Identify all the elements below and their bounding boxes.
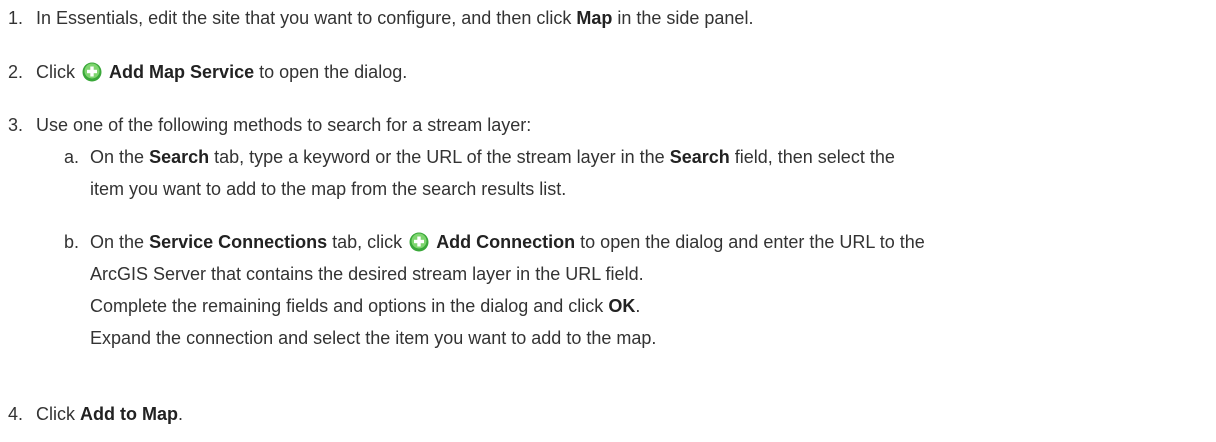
substep-letter: b. xyxy=(64,232,80,252)
substep-bold-service-connections: Service Connections xyxy=(149,232,328,252)
substep-text: field, then select the xyxy=(729,147,895,167)
step-number: 3. xyxy=(8,115,24,135)
step-text: to open the dialog. xyxy=(254,62,408,82)
step-text: Click xyxy=(36,62,81,82)
substep-letter: a. xyxy=(64,147,80,167)
add-plus-icon xyxy=(409,232,429,252)
step-bold-map: Map xyxy=(576,8,613,28)
step-text: . xyxy=(178,404,184,424)
step-text: In Essentials, edit the site that you wa… xyxy=(36,8,577,28)
step-bold-add-map-service: Add Map Service xyxy=(109,62,255,82)
substep-text: tab, type a keyword or the URL of the st… xyxy=(209,147,670,167)
step-2: 2. Click Add Map Service to open the dia… xyxy=(8,60,407,84)
step-1: 1. In Essentials, edit the site that you… xyxy=(8,6,753,30)
substep-text: Complete the remaining fields and option… xyxy=(90,296,609,316)
substep-text: On the xyxy=(90,147,150,167)
step-3: 3. Use one of the following methods to s… xyxy=(8,113,531,137)
substep-b-line-1: b. On the Service Connections tab, click… xyxy=(64,230,925,254)
substep-text: tab, click xyxy=(327,232,408,252)
step-number: 1. xyxy=(8,8,24,28)
substep-bold-search: Search xyxy=(149,147,210,167)
substep-a-line-2: item you want to add to the map from the… xyxy=(90,177,566,201)
substep-text: item you want to add to the map from the… xyxy=(90,179,567,199)
substep-bold-add-connection: Add Connection xyxy=(436,232,576,252)
substep-text: to open the dialog and enter the URL to … xyxy=(575,232,925,252)
substep-text: ArcGIS Server that contains the desired … xyxy=(90,264,644,284)
instructions-document: 1. In Essentials, edit the site that you… xyxy=(0,0,1216,442)
substep-text: On the xyxy=(90,232,150,252)
step-bold-add-to-map: Add to Map xyxy=(80,404,179,424)
substep-a-line-1: a. On the Search tab, type a keyword or … xyxy=(64,145,895,169)
step-number: 2. xyxy=(8,62,24,82)
substep-text: Expand the connection and select the ite… xyxy=(90,328,657,348)
substep-bold-search-field: Search xyxy=(669,147,730,167)
step-text: in the side panel. xyxy=(612,8,754,28)
step-text: Click xyxy=(36,404,81,424)
substep-text: . xyxy=(635,296,641,316)
substep-b-line-2: ArcGIS Server that contains the desired … xyxy=(90,262,644,286)
substep-bold-ok: OK xyxy=(608,296,636,316)
step-text: Use one of the following methods to sear… xyxy=(36,115,532,135)
step-4: 4. Click Add to Map. xyxy=(8,402,183,426)
substep-b-line-4: Expand the connection and select the ite… xyxy=(90,326,656,350)
substep-b-line-3: Complete the remaining fields and option… xyxy=(90,294,640,318)
add-plus-icon xyxy=(82,62,102,82)
step-number: 4. xyxy=(8,404,24,424)
